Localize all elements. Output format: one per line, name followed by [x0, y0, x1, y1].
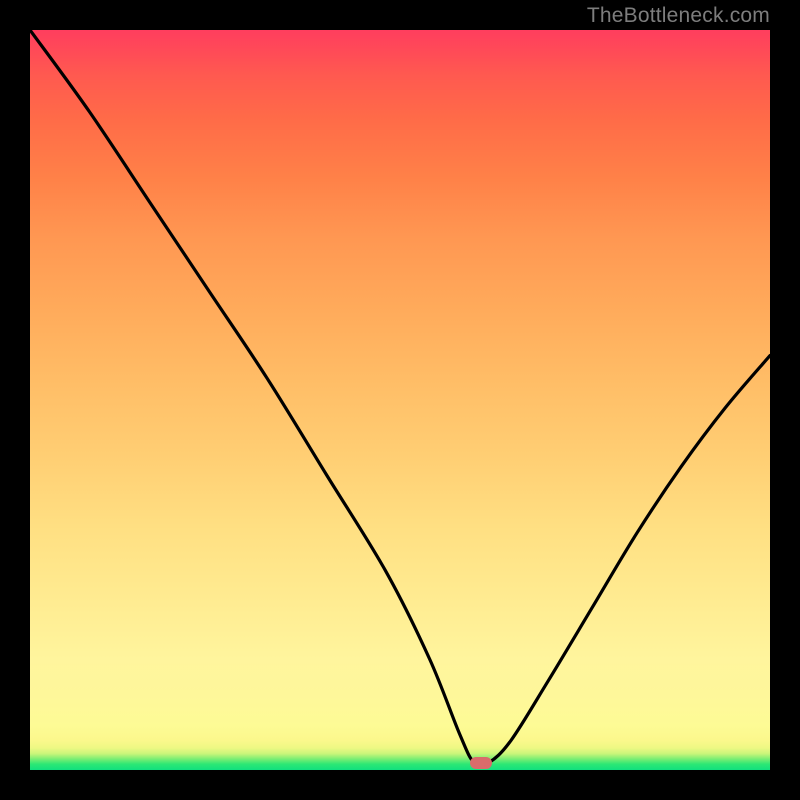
- bottleneck-curve: [30, 30, 770, 770]
- optimal-marker: [470, 757, 492, 769]
- chart-frame: TheBottleneck.com: [0, 0, 800, 800]
- watermark-text: TheBottleneck.com: [587, 4, 770, 28]
- plot-area: [30, 30, 770, 770]
- curve-path: [30, 30, 770, 766]
